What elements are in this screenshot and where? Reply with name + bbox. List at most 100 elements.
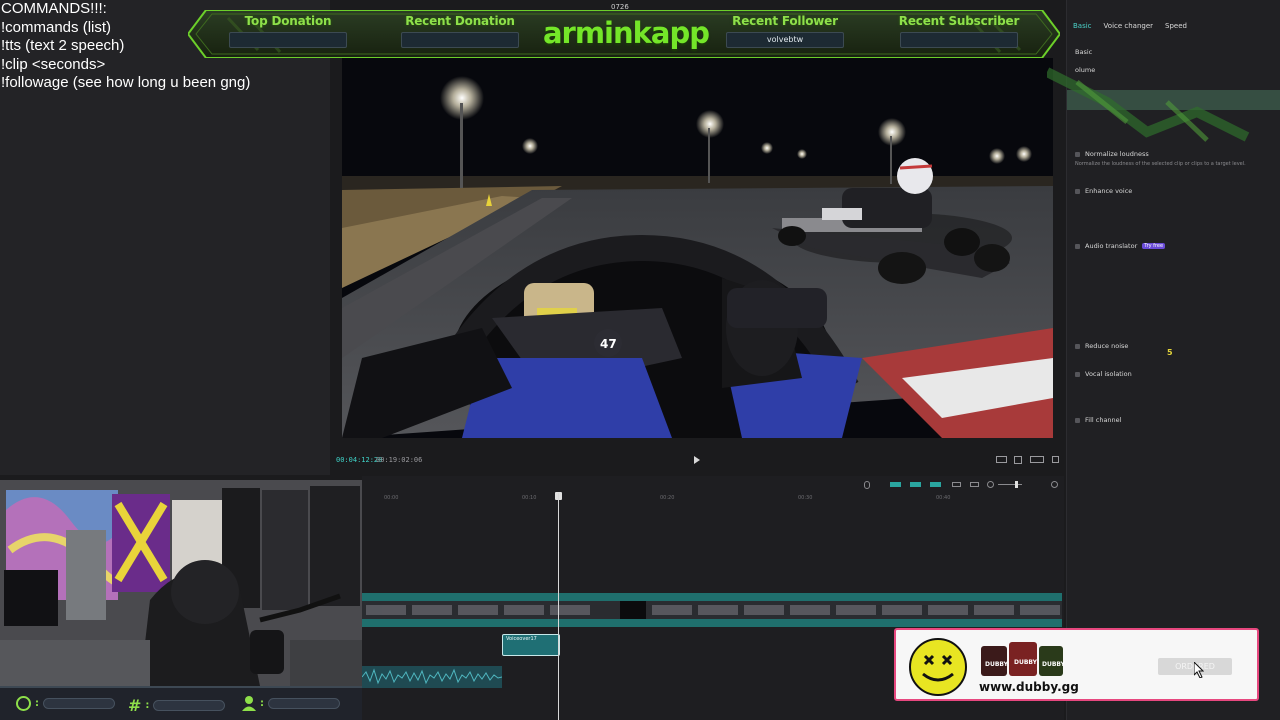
uptime-segment: : — [16, 696, 115, 711]
hashtag-icon: # — [128, 696, 142, 715]
tab-speed[interactable]: Speed — [1165, 22, 1187, 30]
ruler-label: 00:00 — [384, 495, 399, 501]
normalize-checkbox[interactable] — [1075, 151, 1080, 157]
ruler-label: 00:30 — [798, 495, 813, 501]
vocal-isolation-label: Vocal isolation — [1085, 370, 1132, 378]
uptime-slot — [43, 698, 115, 709]
marker-value: 5 — [1167, 348, 1173, 357]
total-timecode: 00:19:02:06 — [376, 456, 423, 464]
aspect-ratio-icon[interactable] — [996, 456, 1007, 463]
viewer-slot — [268, 698, 340, 709]
webcam-scene — [0, 480, 362, 686]
ruler-label: 00:40 — [936, 495, 951, 501]
tab-voice-changer[interactable]: Voice changer — [1104, 22, 1154, 30]
reduce-noise-checkbox[interactable] — [1075, 343, 1080, 349]
fullscreen-icon[interactable] — [1052, 456, 1059, 463]
preview-axis-icon[interactable] — [970, 482, 979, 487]
recent-donation-value — [401, 32, 519, 48]
recent-follower-value: volvebtw — [726, 32, 844, 48]
dubby-logo-icon — [909, 638, 967, 696]
stream-banner: Top Donation Recent Donation arminkapp R… — [188, 10, 1060, 58]
hashtag-slot — [153, 700, 226, 711]
quality-icon[interactable] — [1030, 456, 1044, 463]
command-line-clip: !clip <seconds> — [1, 55, 106, 73]
magnet-icon[interactable] — [910, 482, 921, 487]
recent-donation-block: Recent Donation — [398, 14, 522, 48]
audio-waveform — [361, 666, 503, 688]
timeline-toolbar — [362, 476, 1064, 494]
dubby-product-tubs: DUBBY DUBBY DUBBY — [981, 642, 1065, 676]
enhance-row[interactable]: Enhance voice — [1075, 187, 1132, 195]
tub-label: DUBBY — [985, 661, 1009, 668]
streamer-name: arminkapp — [542, 16, 710, 50]
normalize-description: Normalize the loudness of the selected c… — [1075, 161, 1246, 167]
dubby-ad[interactable]: DUBBY DUBBY DUBBY www.dubby.gg ORDERED — [894, 628, 1259, 701]
zoom-in-icon[interactable] — [1051, 481, 1058, 488]
play-icon[interactable] — [694, 456, 700, 464]
normalize-label: Normalize loudness — [1085, 150, 1149, 158]
colon-separator: : — [145, 700, 150, 711]
recent-donation-label: Recent Donation — [405, 14, 515, 28]
translator-label: Audio translator — [1085, 242, 1138, 250]
enhance-label: Enhance voice — [1085, 187, 1133, 195]
mic-icon[interactable] — [864, 481, 870, 489]
preview-controls: 00:04:12:20 00:19:02:06 — [330, 448, 1065, 472]
crop-icon[interactable] — [1014, 456, 1022, 464]
video-thumbnails — [362, 593, 1062, 627]
viewer-segment: : — [242, 696, 340, 711]
recent-follower-label: Recent Follower — [732, 14, 838, 28]
top-donation-block: Top Donation — [226, 14, 350, 48]
tub-label: DUBBY — [1042, 661, 1065, 668]
snap-icon[interactable] — [930, 482, 941, 487]
user-icon — [242, 696, 256, 711]
tab-basic[interactable]: Basic — [1073, 22, 1092, 30]
ad-url[interactable]: www.dubby.gg — [979, 680, 1079, 694]
video-preview[interactable]: 47 — [342, 58, 1053, 438]
audio-properties-panel: Basic Voice changer Speed Basic olume No… — [1047, 0, 1280, 720]
hashtag-segment: # : — [128, 696, 226, 715]
audio-waveform-track[interactable] — [361, 666, 503, 688]
vocal-isolation-row[interactable]: Vocal isolation — [1075, 370, 1132, 378]
recent-subscriber-value — [900, 32, 1018, 48]
recent-subscriber-block: Recent Subscriber — [897, 14, 1021, 48]
panel-tabs: Basic Voice changer Speed — [1073, 22, 1187, 30]
split-icon[interactable] — [952, 482, 961, 487]
ruler-label: 00:20 — [660, 495, 675, 501]
translator-checkbox[interactable] — [1075, 243, 1080, 249]
voiceover-clip-label: Voiceover17 — [506, 636, 537, 642]
mouse-cursor-icon — [1194, 662, 1204, 678]
normalize-row[interactable]: Normalize loudness — [1075, 150, 1149, 158]
vocal-isolation-checkbox[interactable] — [1075, 371, 1080, 377]
try-free-badge: Try free — [1142, 243, 1166, 249]
playhead[interactable] — [558, 493, 559, 720]
fill-channel-label: Fill channel — [1085, 416, 1122, 424]
recent-follower-block: Recent Follower volvebtw — [723, 14, 847, 48]
enhance-checkbox[interactable] — [1075, 188, 1080, 194]
top-donation-label: Top Donation — [244, 14, 332, 28]
reduce-noise-label: Reduce noise — [1085, 342, 1129, 350]
fill-channel-row[interactable]: Fill channel — [1075, 416, 1121, 424]
commands-panel: COMMANDS!!!: !commands (list) !tts (text… — [0, 0, 330, 475]
reduce-noise-row[interactable]: Reduce noise — [1075, 342, 1128, 350]
voiceover-clip[interactable]: Voiceover17 — [502, 634, 560, 656]
karting-scene: 47 — [342, 58, 1053, 438]
webcam-feed — [0, 480, 362, 720]
tub-label: DUBBY — [1014, 659, 1038, 666]
zoom-out-icon[interactable] — [987, 481, 994, 488]
section-basic-label: Basic — [1075, 48, 1093, 56]
section-basic[interactable]: Basic — [1075, 48, 1092, 56]
ruler-label: 00:10 — [522, 495, 537, 501]
stream-overlay-screen: COMMANDS!!!: !commands (list) !tts (text… — [0, 0, 1280, 720]
colon-separator: : — [260, 698, 264, 709]
colon-separator: : — [35, 698, 39, 709]
command-line-followage: !followage (see how long u been gng) — [1, 74, 251, 91]
webcam-info-bar: : # : : — [0, 686, 362, 720]
zoom-slider-handle[interactable] — [1015, 481, 1018, 488]
top-donation-value — [229, 32, 347, 48]
fill-channel-checkbox[interactable] — [1075, 417, 1080, 423]
video-track[interactable] — [362, 593, 1062, 627]
zoom-slider[interactable] — [998, 484, 1022, 485]
translator-row[interactable]: Audio translator Try free — [1075, 242, 1166, 250]
overlay-streak — [1047, 67, 1280, 142]
link-icon[interactable] — [890, 482, 901, 487]
